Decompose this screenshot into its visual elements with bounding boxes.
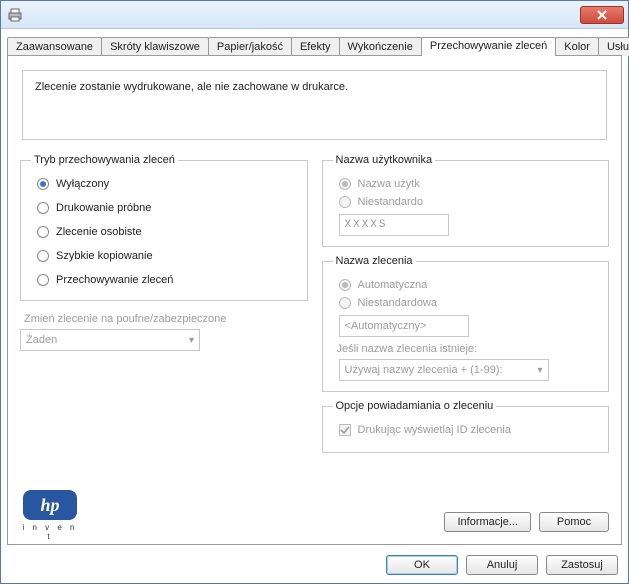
close-button[interactable] bbox=[580, 6, 624, 24]
radio-jobname-custom: Niestandardowa bbox=[339, 297, 599, 309]
tab-advanced[interactable]: Zaawansowane bbox=[7, 37, 102, 56]
radio-off[interactable]: Wyłączony bbox=[37, 178, 297, 190]
tab-services[interactable]: Usługi bbox=[598, 37, 629, 56]
make-private-label: Zmień zlecenie na poufne/zabezpieczone bbox=[24, 313, 308, 325]
tab-paper-quality[interactable]: Papier/jakość bbox=[208, 37, 292, 56]
radio-jobname-auto: Automatyczna bbox=[339, 279, 599, 291]
make-private-value: Żaden bbox=[26, 334, 57, 346]
group-storage-mode-legend: Tryb przechowywania zleceń bbox=[31, 154, 178, 166]
description-text: Zlecenie zostanie wydrukowane, ale nie z… bbox=[22, 70, 607, 140]
jobname-exists-select: Używaj nazwy zlecenia + (1-99): ▾ bbox=[339, 359, 549, 381]
radio-jobname-auto-label: Automatyczna bbox=[358, 279, 428, 291]
tab-shortcuts[interactable]: Skróty klawiszowe bbox=[101, 37, 209, 56]
radio-jobname-custom-label: Niestandardowa bbox=[358, 297, 438, 309]
radio-username-auto-label: Nazwa użytk bbox=[358, 178, 420, 190]
radio-proof[interactable]: Drukowanie próbne bbox=[37, 202, 297, 214]
radio-personal-label: Zlecenie osobiste bbox=[56, 226, 142, 238]
chevron-down-icon: ▾ bbox=[537, 365, 542, 376]
tab-job-storage[interactable]: Przechowywanie zleceń bbox=[421, 37, 556, 56]
cancel-button[interactable]: Anuluj bbox=[466, 555, 538, 575]
client-area: Zaawansowane Skróty klawiszowe Papier/ja… bbox=[1, 29, 628, 583]
tab-finishing[interactable]: Wykończenie bbox=[339, 37, 422, 56]
hp-logo: hp i n v e n t bbox=[20, 490, 80, 536]
radio-stored-job-label: Przechowywanie zleceń bbox=[56, 274, 173, 286]
checkbox-icon bbox=[339, 424, 351, 436]
radio-off-label: Wyłączony bbox=[56, 178, 109, 190]
checkbox-show-jobid: Drukując wyświetlaj ID zlecenia bbox=[339, 424, 599, 436]
hp-invent-text: i n v e n t bbox=[20, 523, 80, 541]
radio-username-auto: Nazwa użytk bbox=[339, 178, 599, 190]
group-notify-legend: Opcje powiadamiania o zleceniu bbox=[333, 400, 497, 412]
chevron-down-icon: ▾ bbox=[189, 335, 194, 346]
print-properties-dialog: Zaawansowane Skróty klawiszowe Papier/ja… bbox=[0, 0, 629, 584]
radio-quick-copy-label: Szybkie kopiowanie bbox=[56, 250, 153, 262]
titlebar bbox=[1, 1, 628, 29]
group-job-name-legend: Nazwa zlecenia bbox=[333, 255, 416, 267]
apply-button[interactable]: Zastosuj bbox=[546, 555, 618, 575]
username-input: XXXXS bbox=[339, 214, 449, 236]
make-private-select: Żaden ▾ bbox=[20, 329, 200, 351]
group-storage-mode: Tryb przechowywania zleceń Wyłączony Dru… bbox=[20, 154, 308, 301]
printer-icon bbox=[7, 7, 23, 23]
group-notify: Opcje powiadamiania o zleceniu Drukując … bbox=[322, 400, 610, 453]
group-user-name: Nazwa użytkownika Nazwa użytk Niestandar… bbox=[322, 154, 610, 247]
group-user-name-legend: Nazwa użytkownika bbox=[333, 154, 436, 166]
radio-username-custom-label: Niestandardo bbox=[358, 196, 423, 208]
help-button[interactable]: Pomoc bbox=[539, 512, 609, 532]
radio-personal[interactable]: Zlecenie osobiste bbox=[37, 226, 297, 238]
tab-panel-job-storage: Zlecenie zostanie wydrukowane, ale nie z… bbox=[7, 55, 622, 545]
jobname-exists-value: Używaj nazwy zlecenia + (1-99): bbox=[345, 364, 503, 376]
radio-stored-job[interactable]: Przechowywanie zleceń bbox=[37, 274, 297, 286]
group-job-name: Nazwa zlecenia Automatyczna Niestandardo… bbox=[322, 255, 610, 392]
tab-effects[interactable]: Efekty bbox=[291, 37, 340, 56]
tab-strip: Zaawansowane Skróty klawiszowe Papier/ja… bbox=[7, 37, 622, 56]
radio-quick-copy[interactable]: Szybkie kopiowanie bbox=[37, 250, 297, 262]
jobname-input: <Automatyczny> bbox=[339, 315, 469, 337]
checkbox-show-jobid-label: Drukując wyświetlaj ID zlecenia bbox=[358, 424, 511, 436]
tab-color[interactable]: Kolor bbox=[555, 37, 599, 56]
jobname-exists-label: Jeśli nazwa zlecenia istnieje: bbox=[337, 343, 599, 355]
ok-button[interactable]: OK bbox=[386, 555, 458, 575]
radio-username-custom: Niestandardo bbox=[339, 196, 599, 208]
radio-proof-label: Drukowanie próbne bbox=[56, 202, 151, 214]
info-button[interactable]: Informacje... bbox=[444, 512, 531, 532]
